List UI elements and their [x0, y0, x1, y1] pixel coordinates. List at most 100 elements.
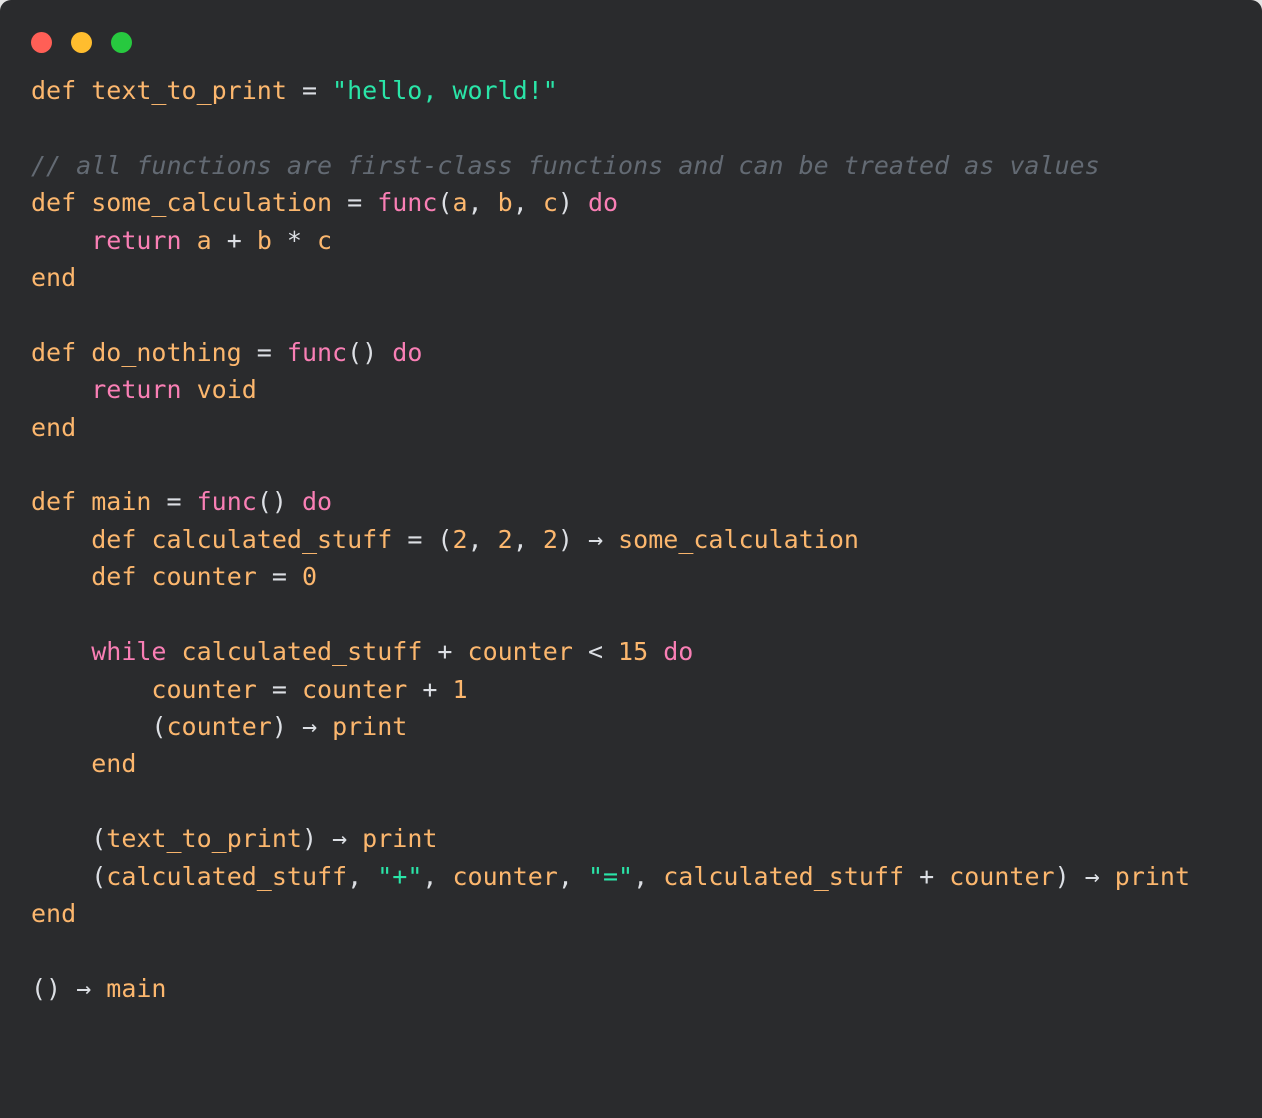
code-token: def: [31, 76, 77, 105]
code-token: +: [904, 861, 950, 891]
code-token: () →: [31, 973, 107, 1003]
code-token: ): [557, 188, 588, 218]
code-token: end: [31, 898, 77, 928]
code-token: do: [301, 487, 333, 517]
code-block[interactable]: def text_to_print = "hello, world!" // a…: [0, 72, 1262, 1007]
code-token: func: [377, 188, 438, 218]
code-token: ) →: [1054, 861, 1115, 891]
code-token: do: [663, 637, 694, 667]
code-line: def main = func() do: [31, 483, 1231, 520]
code-token: def: [91, 562, 137, 592]
code-token: a: [196, 225, 212, 255]
code-token: end: [31, 412, 77, 442]
code-token: // all functions are first-class functio…: [31, 150, 1100, 180]
code-token: 2: [452, 524, 468, 554]
code-token: ,: [512, 524, 543, 554]
code-token: (: [437, 524, 453, 554]
code-token: (): [256, 487, 287, 517]
code-line: end: [31, 745, 1231, 782]
code-line: return void: [31, 371, 1231, 408]
code-line: (counter) → print: [31, 708, 1231, 745]
window-titlebar: [0, 0, 1262, 72]
code-token: void: [196, 375, 257, 405]
code-token: 2: [542, 524, 558, 554]
code-line: def text_to_print = "hello, world!": [31, 72, 1231, 109]
code-token: ,: [633, 861, 664, 891]
code-line: (text_to_print) → print: [31, 820, 1231, 857]
code-token: a: [452, 188, 468, 218]
code-token: text_to_print: [106, 824, 302, 854]
code-token: def: [91, 524, 137, 554]
code-token: return: [91, 225, 182, 255]
code-token: ,: [512, 188, 543, 218]
code-token: =: [392, 524, 438, 554]
maximize-window-icon[interactable]: [111, 32, 132, 53]
code-token: +: [422, 637, 468, 667]
code-token: "=": [587, 861, 634, 891]
code-token: ,: [557, 861, 588, 891]
code-token: do_nothing: [91, 337, 242, 367]
code-token: =: [332, 188, 378, 218]
code-line: def counter = 0: [31, 558, 1231, 595]
code-token: do: [588, 188, 619, 218]
minimize-window-icon[interactable]: [71, 32, 92, 53]
close-window-icon[interactable]: [31, 32, 52, 53]
code-token: calculated_stuff: [181, 637, 423, 667]
code-token: b: [256, 225, 272, 255]
code-token: ) →: [271, 711, 333, 741]
code-token: "hello, world!": [332, 76, 558, 105]
code-token: do: [392, 337, 423, 367]
code-token: calculated_stuff: [663, 861, 905, 891]
code-token: 0: [301, 562, 318, 592]
code-token: calculated_stuff: [151, 524, 393, 554]
code-line: () → main: [31, 970, 1231, 1007]
code-token: 15: [618, 637, 649, 667]
code-token: ) →: [301, 824, 363, 854]
code-token: =: [151, 487, 197, 517]
code-token: ,: [422, 861, 453, 891]
code-token: main: [91, 487, 152, 517]
code-token: (): [347, 337, 378, 367]
code-line: end: [31, 895, 1231, 932]
code-token: (: [437, 188, 453, 218]
code-token: ) →: [557, 524, 619, 554]
code-token: 2: [497, 524, 513, 554]
code-token: "+": [377, 861, 423, 891]
code-token: =: [241, 337, 287, 367]
code-line: def some_calculation = func(a, b, c) do: [31, 184, 1231, 221]
code-token: +: [407, 674, 453, 704]
code-token: print: [362, 824, 438, 854]
code-line: end: [31, 409, 1231, 446]
code-token: end: [91, 749, 137, 779]
code-token: return: [91, 375, 182, 405]
code-token: main: [106, 973, 167, 1003]
code-token: ,: [467, 188, 498, 218]
code-token: *: [271, 225, 318, 255]
code-token: +: [211, 225, 257, 255]
code-token: some_calculation: [618, 524, 859, 554]
code-line: // all functions are first-class functio…: [31, 147, 1231, 184]
code-line: def calculated_stuff = (2, 2, 2) → some_…: [31, 521, 1231, 558]
code-token: counter: [467, 637, 573, 667]
